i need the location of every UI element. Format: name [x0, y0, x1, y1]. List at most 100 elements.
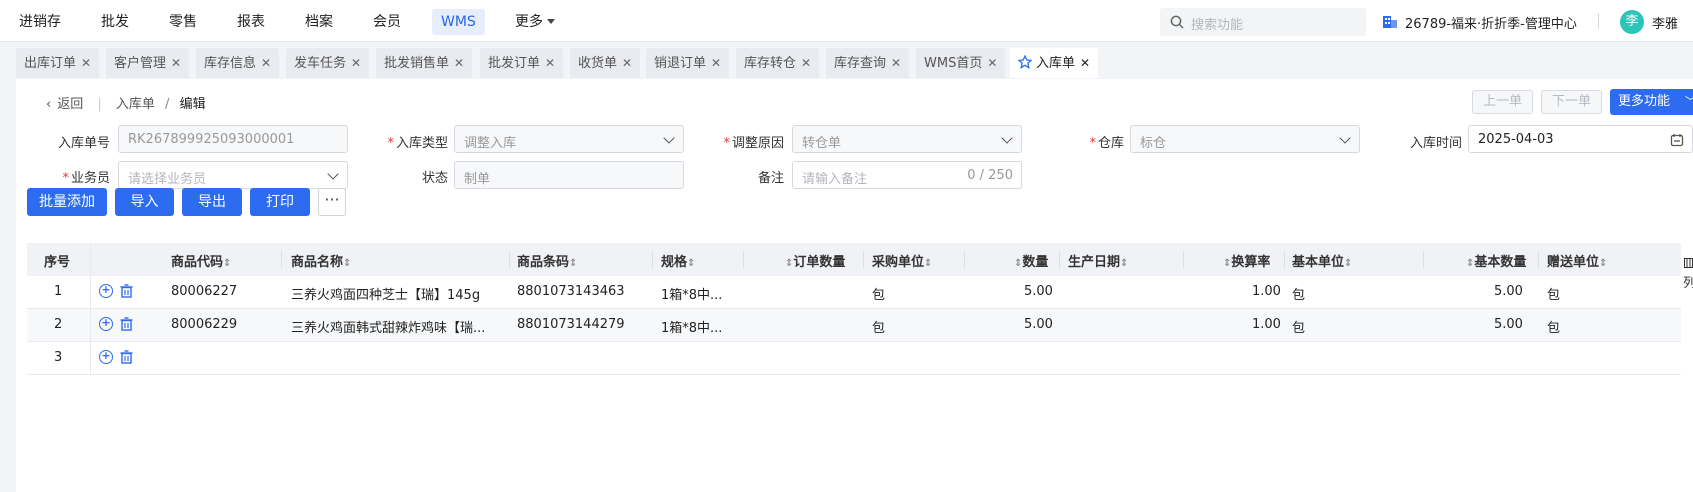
col-prod-date-label: 生产日期 [1068, 255, 1121, 270]
label-staff: * 业务员 [62, 171, 110, 186]
more-functions-label: 更多功能 [1618, 94, 1671, 109]
nav-pifa[interactable]: 批发 [92, 9, 138, 35]
staff-select[interactable]: 请选择业务员 [118, 161, 348, 189]
sort-icon[interactable]: ⇕ [569, 258, 577, 269]
cell-idx: 1 [54, 284, 63, 299]
col-prod-date[interactable]: 生产日期⇕ [1068, 251, 1128, 270]
tab-fache-renwu[interactable]: 发车任务 ✕ [286, 48, 370, 78]
remark-input[interactable]: 请输入备注 0 / 250 [792, 161, 1022, 189]
avatar[interactable]: 李 [1620, 10, 1644, 34]
close-icon[interactable]: ✕ [622, 56, 632, 70]
column-settings-icon[interactable] [1684, 258, 1693, 268]
sort-icon[interactable]: ⇕ [223, 258, 231, 269]
back-link[interactable]: 返回 [57, 97, 83, 112]
add-row-icon[interactable]: + [99, 284, 113, 298]
label-reason-text: 调整原因 [731, 136, 784, 151]
nav-more[interactable]: 更多 [506, 9, 564, 35]
close-icon[interactable]: ✕ [81, 56, 91, 70]
tab-kucun-chaxun[interactable]: 库存查询 ✕ [826, 48, 910, 78]
add-row-icon[interactable]: + [99, 350, 113, 364]
star-icon [1017, 54, 1033, 69]
close-icon[interactable]: ✕ [454, 56, 464, 70]
sort-icon[interactable]: ⇕ [1599, 258, 1607, 269]
sort-icon[interactable]: ⇕ [343, 258, 351, 269]
prev-button[interactable]: 上一单 [1472, 90, 1534, 114]
col-rate-label: 换算率 [1231, 255, 1271, 270]
tab-xiaotui[interactable]: 销退订单 ✕ [646, 48, 730, 78]
nav-dangan[interactable]: 档案 [296, 9, 342, 35]
cell-rate: 1.00 [1252, 317, 1281, 332]
more-functions-button[interactable]: 更多功能 ﹀ [1610, 89, 1693, 115]
org-name[interactable]: 26789-福来·折折季-管理中心 [1405, 13, 1577, 32]
close-icon[interactable]: ✕ [891, 56, 901, 70]
left-strip [0, 88, 16, 492]
label-in-time: 入库时间 [1409, 136, 1462, 151]
reason-select[interactable]: 转仓单 [792, 125, 1022, 153]
close-icon[interactable]: ✕ [171, 56, 181, 70]
close-icon[interactable]: ✕ [545, 56, 555, 70]
sort-icon[interactable]: ⇕ [1344, 258, 1352, 269]
trash-icon[interactable] [120, 350, 133, 364]
nav-baobiao[interactable]: 报表 [228, 9, 274, 35]
reason-value: 转仓单 [802, 136, 842, 151]
col-barcode[interactable]: 商品条码⇕ [517, 251, 577, 270]
tab-pifa-xiaoshou[interactable]: 批发销售单 ✕ [376, 48, 473, 78]
col-base-unit[interactable]: 基本单位⇕ [1292, 251, 1352, 270]
col-code[interactable]: 商品代码⇕ [171, 251, 231, 270]
add-row-icon[interactable]: + [99, 317, 113, 331]
close-icon[interactable]: ✕ [711, 56, 721, 70]
close-icon[interactable]: ✕ [261, 56, 271, 70]
sort-icon[interactable]: ⇕ [1120, 258, 1128, 269]
tab-shouhuo[interactable]: 收货单 ✕ [570, 48, 641, 78]
divider [1284, 251, 1285, 268]
more-actions-button[interactable]: ··· [318, 188, 346, 216]
col-name[interactable]: 商品名称⇕ [291, 251, 351, 270]
col-spec[interactable]: 规格⇕ [661, 251, 695, 270]
nav-jxc[interactable]: 进销存 [10, 9, 70, 35]
search-input[interactable]: 搜索功能 [1160, 8, 1366, 36]
col-order-qty[interactable]: ⇕订单数量 [785, 251, 845, 270]
nav-lingshou[interactable]: 零售 [160, 9, 206, 35]
import-button[interactable]: 导入 [115, 188, 174, 216]
sort-icon[interactable]: ⇕ [687, 258, 695, 269]
column-settings-label[interactable]: 列 [1683, 272, 1693, 291]
trash-icon[interactable] [120, 317, 133, 331]
trash-icon[interactable] [120, 284, 133, 298]
col-rate[interactable]: ⇕换算率 [1223, 251, 1270, 270]
tab-kehu-guanli[interactable]: 客户管理 ✕ [106, 48, 190, 78]
print-button[interactable]: 打印 [250, 188, 310, 216]
col-base-qty[interactable]: ⇕基本数量 [1466, 251, 1526, 270]
tab-kucun-zhuancang[interactable]: 库存转仓 ✕ [736, 48, 820, 78]
close-icon[interactable]: ✕ [987, 56, 997, 70]
status-field: 制单 [454, 161, 684, 189]
cell-unit: 包 [872, 288, 886, 303]
nav-huiyuan[interactable]: 会员 [364, 9, 410, 35]
in-type-select[interactable]: 调整入库 [454, 125, 684, 153]
batch-add-button[interactable]: 批量添加 [27, 188, 107, 216]
label-reason: * 调整原因 [723, 136, 784, 151]
col-unit[interactable]: 采购单位⇕ [872, 251, 932, 270]
sort-icon[interactable]: ⇕ [924, 258, 932, 269]
chevron-left-icon[interactable]: ‹ [46, 97, 51, 112]
col-qty[interactable]: ⇕数量 [1014, 251, 1048, 270]
tab-wms-home[interactable]: WMS首页 ✕ [916, 48, 1006, 78]
close-icon[interactable]: ✕ [801, 56, 811, 70]
warehouse-select[interactable]: 标仓 [1130, 125, 1360, 153]
top-nav: 进销存 批发 零售 报表 档案 会员 WMS 更多 搜索功能 26789-福来·… [0, 0, 1693, 42]
user-name[interactable]: 李雅 [1652, 13, 1678, 32]
tab-pifa-dingdan[interactable]: 批发订单 ✕ [480, 48, 564, 78]
table-header: 序号 商品代码⇕ 商品名称⇕ 商品条码⇕ 规格⇕ ⇕订单数量 采购单位⇕ ⇕数量… [27, 243, 1681, 276]
close-icon[interactable]: ✕ [351, 56, 361, 70]
tab-ruku[interactable]: 入库单 ✕ [1010, 48, 1099, 78]
in-time-date[interactable]: 2025-04-03 [1468, 125, 1693, 153]
tab-label: 批发销售单 [384, 56, 450, 71]
col-gift-unit[interactable]: 赠送单位⇕ [1547, 251, 1607, 270]
export-button[interactable]: 导出 [182, 188, 242, 216]
next-button[interactable]: 下一单 [1541, 90, 1603, 114]
close-icon[interactable]: ✕ [1080, 56, 1090, 70]
divider [281, 251, 282, 268]
breadcrumb-parent[interactable]: 入库单 [116, 97, 155, 112]
tab-chuku-dingdan[interactable]: 出库订单 ✕ [16, 48, 100, 78]
nav-wms[interactable]: WMS [432, 9, 485, 35]
tab-kucun-xinxi[interactable]: 库存信息 ✕ [196, 48, 280, 78]
